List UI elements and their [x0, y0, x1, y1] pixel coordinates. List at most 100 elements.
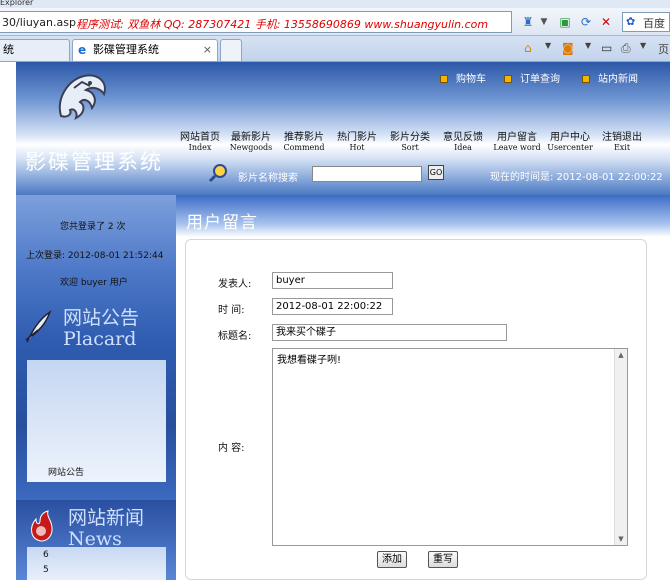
browser-search-field[interactable]: ✿ 百度一	[622, 12, 670, 46]
site-news-link[interactable]: 站内新闻	[582, 70, 638, 85]
nav-usercenter-en: Usercenter	[547, 143, 593, 152]
nav-commend-en: Commend	[283, 143, 325, 152]
last-login: 上次登录: 2012-08-01 21:52:44	[26, 251, 164, 261]
home-icon[interactable]: ⌂	[524, 41, 532, 55]
news-item[interactable]: 6	[43, 550, 49, 560]
time-label: 时 间:	[218, 305, 245, 316]
nav-idea-cn: 意见反馈	[443, 132, 483, 143]
page-title: 用户留言	[186, 213, 258, 233]
address-bar: 30/liuyan.asp 程序测试: 双鱼林 QQ: 287307421 手机…	[0, 8, 670, 46]
scroll-down-icon[interactable]: ▼	[615, 533, 627, 545]
tab-label: 影碟管理系统	[93, 43, 159, 56]
nav-sort[interactable]: 影片分类 Sort	[388, 128, 432, 152]
content-label: 内 容:	[218, 443, 245, 454]
site-header: 影碟管理系统 购物车 订单查询 站内新闻 网站首页 Index 最新影片 Newgo…	[16, 62, 670, 195]
nav-newgoods[interactable]: 最新影片 Newgoods	[229, 128, 273, 152]
nav-index[interactable]: 网站首页 Index	[178, 128, 222, 152]
current-time: 现在的时间是: 2012-08-01 22:00:22	[490, 172, 663, 183]
tab-active[interactable]: e 影碟管理系统 ×	[72, 39, 218, 61]
content-text: 我想看碟子咧!	[277, 355, 342, 366]
cart-link-label: 购物车	[456, 74, 486, 85]
compat-icon[interactable]: ♜	[520, 14, 536, 30]
bullet-icon	[504, 75, 512, 83]
home-dropdown-icon[interactable]: ▼	[545, 41, 551, 50]
feed-dropdown-icon[interactable]: ▼	[585, 41, 591, 50]
nav-exit-cn: 注销退出	[602, 132, 642, 143]
flame-icon	[31, 510, 53, 542]
order-query-link[interactable]: 订单查询	[504, 70, 560, 85]
placard-heading: 网站公告 Placard	[63, 308, 139, 350]
address-field[interactable]: 30/liuyan.asp 程序测试: 双鱼林 QQ: 287307421 手机…	[0, 11, 512, 33]
go-button[interactable]: GO	[428, 165, 444, 180]
feather-icon	[25, 310, 52, 343]
nav-index-en: Index	[188, 143, 212, 152]
page-menu[interactable]: 页	[658, 41, 669, 57]
subject-label: 标题名:	[218, 331, 252, 342]
site-news-link-label: 站内新闻	[598, 74, 638, 85]
print-dropdown-icon[interactable]: ▼	[640, 41, 646, 50]
nav-commend[interactable]: 推荐影片 Commend	[282, 128, 326, 152]
scroll-up-icon[interactable]: ▲	[615, 349, 627, 361]
author-field[interactable]: buyer	[272, 272, 393, 289]
main-header: 用户留言	[176, 195, 670, 237]
nav-exit[interactable]: 注销退出 Exit	[599, 128, 645, 152]
print-icon[interactable]: ⎙	[621, 41, 631, 56]
nav-newgoods-en: Newgoods	[229, 143, 273, 152]
message-form: 发表人: buyer 时 间: 2012-08-01 22:00:22 标题名:…	[185, 239, 647, 580]
bullet-icon	[582, 75, 590, 83]
nav-hot[interactable]: 热门影片 Hot	[335, 128, 379, 152]
web-page: 影碟管理系统 购物车 订单查询 站内新闻 网站首页 Index 最新影片 Newgo…	[16, 62, 670, 580]
search-label: 影片名称搜索	[238, 173, 298, 184]
dropdown-arrow-icon[interactable]: ▼	[536, 14, 552, 30]
address-url: 30/liuyan.asp	[2, 16, 76, 29]
page-icon[interactable]: ▣	[557, 14, 573, 30]
tab-label: 统	[3, 43, 14, 56]
tab-previous[interactable]: 统	[0, 39, 70, 61]
placard-title-en: Placard	[63, 328, 137, 350]
news-item[interactable]: 5	[43, 565, 49, 575]
time-field[interactable]: 2012-08-01 22:00:22	[272, 298, 393, 315]
close-tab-icon[interactable]: ×	[203, 40, 212, 60]
nav-hot-en: Hot	[349, 143, 365, 152]
placard-title-cn: 网站公告	[63, 307, 140, 329]
ie-icon: e	[78, 43, 87, 57]
sidebar: 您共登录了 2 次 上次登录: 2012-08-01 21:52:44 欢迎 b…	[16, 195, 176, 580]
nav-commend-cn: 推荐影片	[284, 132, 324, 143]
nav-hot-cn: 热门影片	[337, 132, 377, 143]
main-content: 用户留言 发表人: buyer 时 间: 2012-08-01 22:00:22…	[176, 195, 670, 580]
magnifier-icon	[208, 164, 227, 183]
welcome-text: 欢迎 buyer 用户	[60, 278, 128, 288]
nav-sort-cn: 影片分类	[390, 132, 430, 143]
nav-exit-en: Exit	[613, 143, 631, 152]
reset-button[interactable]: 重写	[428, 551, 458, 568]
stop-icon[interactable]: ✕	[598, 14, 614, 30]
feed-icon[interactable]: ◙	[562, 41, 574, 55]
movie-search-input[interactable]	[312, 166, 422, 182]
mail-icon[interactable]: ▭	[601, 41, 612, 55]
news-list: 6 5	[27, 547, 166, 580]
site-title: 影碟管理系统	[25, 150, 163, 174]
nav-usercenter[interactable]: 用户中心 Usercenter	[544, 128, 596, 152]
cart-link[interactable]: 购物车	[440, 70, 486, 85]
nav-newgoods-cn: 最新影片	[231, 132, 271, 143]
nav-idea-en: Idea	[454, 143, 472, 152]
news-title-cn: 网站新闻	[68, 507, 145, 529]
subject-field[interactable]: 我来买个碟子	[272, 324, 507, 341]
textarea-scrollbar[interactable]: ▲ ▼	[614, 349, 627, 545]
notice-box: 网站公告	[27, 360, 166, 482]
nav-leave-word-cn: 用户留言	[497, 132, 537, 143]
order-query-link-label: 订单查询	[520, 74, 560, 85]
address-ad-text: 程序测试: 双鱼林 QQ: 287307421 手机: 13558690869 …	[76, 18, 489, 31]
refresh-icon[interactable]: ⟳	[578, 14, 594, 30]
notice-label[interactable]: 网站公告	[48, 465, 84, 478]
add-button[interactable]: 添加	[377, 551, 407, 568]
bullet-icon	[440, 75, 448, 83]
author-label: 发表人:	[218, 279, 252, 290]
new-tab-button[interactable]	[220, 39, 242, 61]
nav-usercenter-cn: 用户中心	[550, 132, 590, 143]
nav-leave-word-en: Leave word	[493, 143, 541, 152]
nav-leave-word[interactable]: 用户留言 Leave word	[492, 128, 542, 152]
content-textarea[interactable]: 我想看碟子咧! ▲ ▼	[272, 348, 628, 546]
nav-idea[interactable]: 意见反馈 Idea	[441, 128, 485, 152]
nav-sort-en: Sort	[401, 143, 419, 152]
